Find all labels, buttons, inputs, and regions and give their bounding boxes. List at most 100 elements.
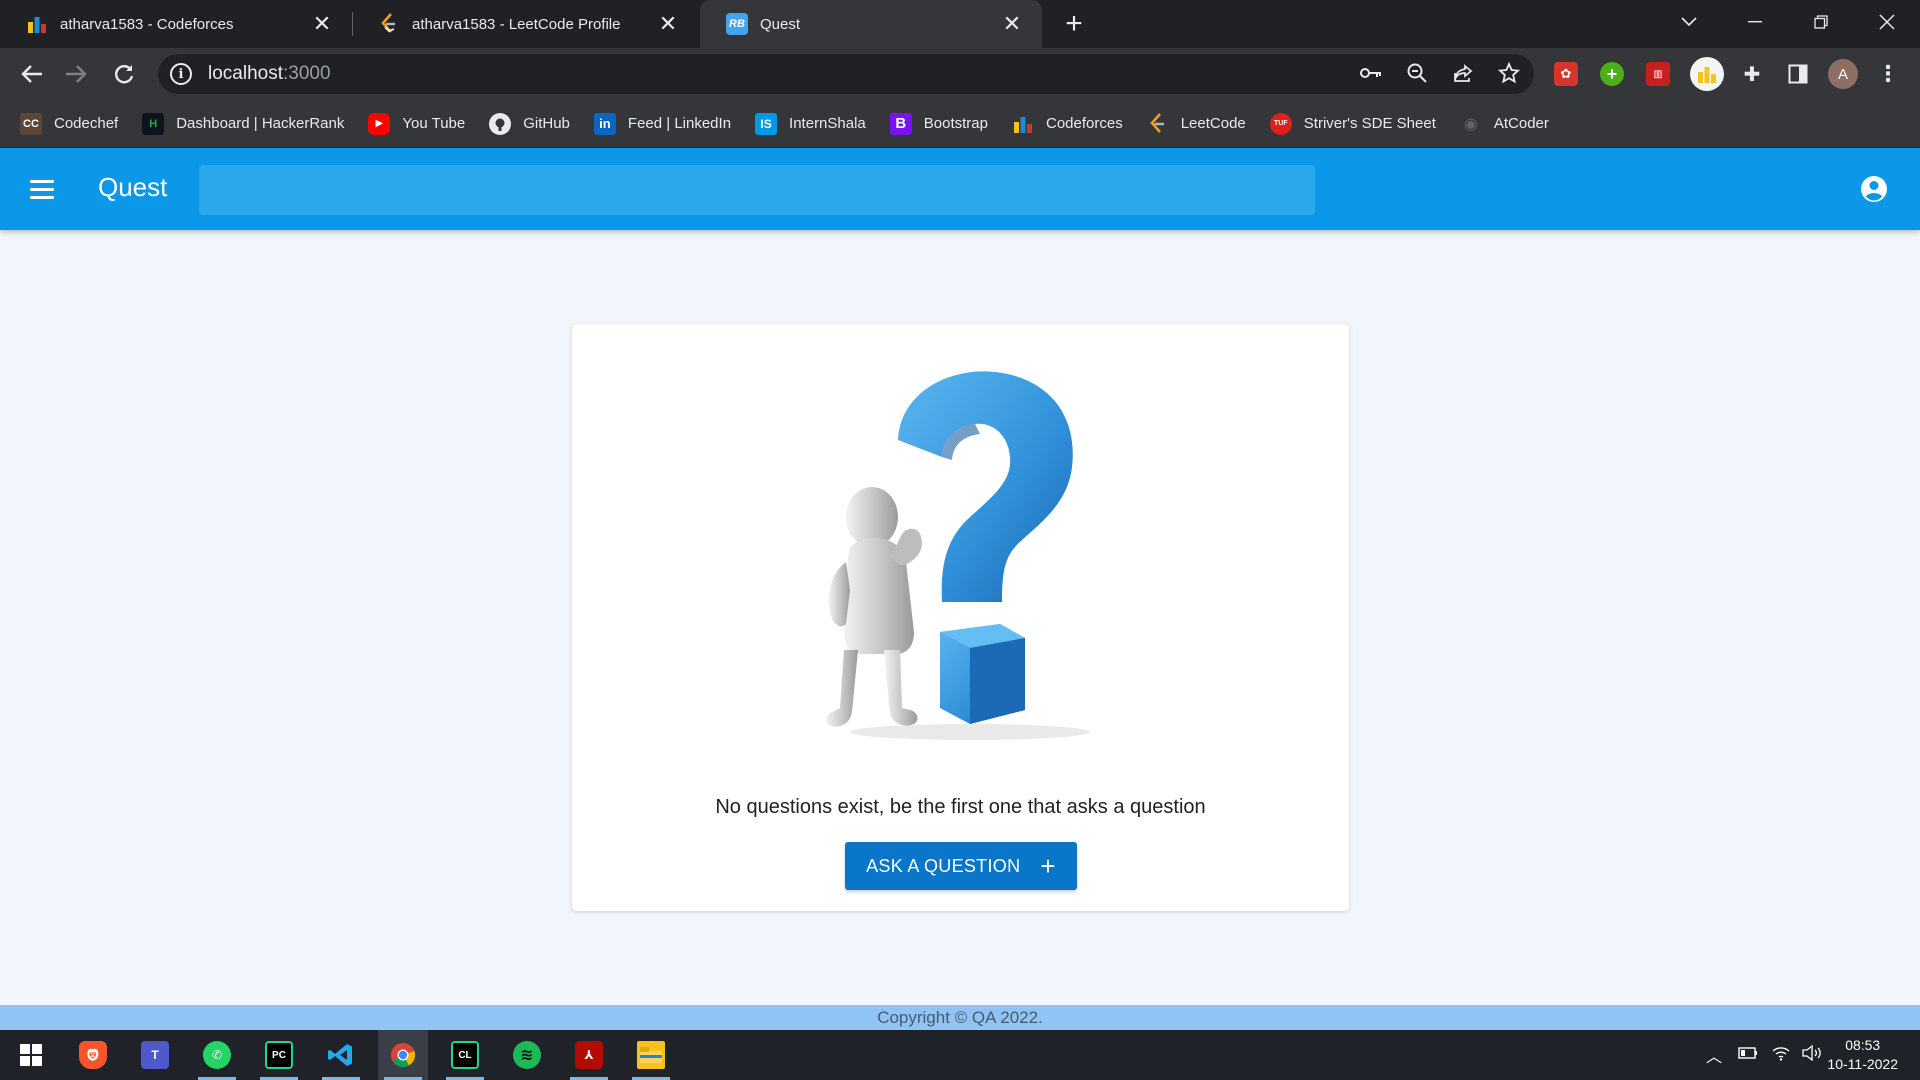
teams-icon[interactable]: T [130,1030,180,1080]
tuf-icon: TUF [1269,112,1292,135]
share-icon[interactable] [1446,56,1480,90]
bootstrap-icon: B [889,112,912,135]
extensions-puzzle-icon[interactable]: ✚ [1740,62,1764,86]
bookmark-internshala[interactable]: IS InternShala [755,112,866,135]
battery-icon[interactable] [1738,1046,1758,1064]
file-explorer-icon[interactable] [626,1030,676,1080]
bookmark-label: Codeforces [1046,115,1123,132]
close-tab-icon[interactable]: ✕ [656,12,680,36]
browser-tab-strip: atharva1583 - Codeforces ✕ atharva1583 -… [0,0,1920,48]
bookmarks-bar: CC Codechef H Dashboard | HackerRank ▶ You … [0,100,1920,148]
clion-icon[interactable]: CL [440,1030,490,1080]
close-tab-icon[interactable]: ✕ [310,12,334,36]
url-port: :3000 [283,63,331,84]
extension-green-plus-icon[interactable]: + [1600,62,1624,86]
address-bar[interactable]: i localhost:3000 [158,54,1534,94]
bookmark-github[interactable]: GitHub [489,112,570,135]
bookmark-label: Feed | LinkedIn [627,115,732,132]
extension-codeforces-icon[interactable] [1690,57,1724,91]
whatsapp-icon[interactable]: ✆ [192,1030,242,1080]
reload-icon [115,65,134,84]
back-arrow-icon [21,65,42,83]
bookmark-bootstrap[interactable]: B Bootstrap [889,112,988,135]
clock-date: 10-11-2022 [1827,1056,1898,1072]
leetcode-icon [1147,112,1169,135]
minimize-icon [1748,21,1762,23]
ask-question-label: ASK A QUESTION [866,855,1021,876]
hamburger-menu-icon[interactable] [30,175,58,203]
internshala-icon: IS [755,112,778,135]
bookmark-youtube[interactable]: ▶ You Tube [368,112,465,135]
side-panel-icon[interactable] [1786,62,1810,86]
tab-leetcode[interactable]: atharva1583 - LeetCode Profile ✕ [352,0,698,48]
bookmark-linkedin[interactable]: in Feed | LinkedIn [593,112,732,135]
system-tray: ︿ [1706,1030,1822,1080]
app-brand[interactable]: Quest [98,172,167,203]
bookmark-label: Striver's SDE Sheet [1303,115,1436,132]
bookmark-codeforces[interactable]: Codeforces [1012,113,1123,135]
bookmark-strivers-sde-sheet[interactable]: TUF Striver's SDE Sheet [1269,112,1436,135]
extension-pdf-icon[interactable]: ▥ [1646,62,1670,86]
clock-time: 08:53 [1845,1037,1881,1053]
taskbar-clock[interactable]: 08:53 10-11-2022 [1827,1036,1898,1074]
bookmark-star-icon[interactable] [1492,56,1526,90]
close-window-button[interactable] [1856,0,1918,44]
tab-title: Quest [760,15,801,33]
question-mark-person-illustration [826,371,1090,740]
footer: Copyright © QA 2022. [0,1005,1920,1030]
youtube-icon: ▶ [368,112,391,135]
empty-state-message: No questions exist, be the first one tha… [715,796,1206,818]
show-hidden-icons-icon[interactable]: ︿ [1706,1043,1722,1067]
codeforces-icon [26,13,48,35]
ask-question-button[interactable]: ASK A QUESTION + [845,842,1077,890]
tab-codeforces[interactable]: atharva1583 - Codeforces ✕ [0,0,352,48]
reload-button[interactable] [106,56,142,92]
bookmark-label: LeetCode [1180,115,1246,132]
spotify-icon[interactable]: ≋ [502,1030,552,1080]
chrome-icon[interactable] [378,1030,428,1080]
windows-start-icon[interactable] [6,1030,56,1080]
close-icon [1879,14,1895,30]
zoom-out-icon[interactable] [1400,56,1434,90]
tab-title: atharva1583 - Codeforces [60,15,234,33]
site-info-icon[interactable]: i [170,63,192,85]
windows-taskbar: 🦁︎ T ✆ PC CL ≋ ⅄ ︿ 08:53 10-11-2022 [0,1030,1920,1080]
empty-state-card: No questions exist, be the first one tha… [572,324,1349,911]
acrobat-icon[interactable]: ⅄ [564,1030,614,1080]
github-icon [489,112,512,135]
bookmark-label: Codechef [54,115,119,132]
tab-title: atharva1583 - LeetCode Profile [412,15,621,33]
close-tab-icon[interactable]: ✕ [1000,12,1024,36]
bookmark-leetcode[interactable]: LeetCode [1147,112,1246,135]
pycharm-icon[interactable]: PC [254,1030,304,1080]
tab-quest[interactable]: RB Quest ✕ [700,0,1042,48]
thinking-figure [826,487,922,727]
volume-icon[interactable] [1802,1044,1822,1066]
more-menu-icon[interactable]: ⋮ [1876,61,1900,86]
account-circle-icon[interactable] [1860,175,1888,203]
minimize-button[interactable] [1724,0,1786,44]
search-input[interactable] [199,165,1315,215]
react-bootstrap-icon: RB [726,13,748,35]
extension-red-icon[interactable]: ✿ [1554,62,1578,86]
bookmark-hackerrank[interactable]: H Dashboard | HackerRank [142,112,344,135]
password-key-icon[interactable] [1354,56,1388,90]
bookmark-label: AtCoder [1493,115,1549,132]
url-host: localhost [208,63,283,84]
plus-icon: + [1040,851,1056,881]
forward-arrow-icon [66,65,87,83]
new-tab-button[interactable]: + [1056,6,1092,42]
back-button[interactable] [14,56,50,92]
leetcode-icon [378,13,400,35]
vscode-icon[interactable] [316,1030,366,1080]
forward-button[interactable] [58,56,94,92]
bookmark-atcoder[interactable]: ◉ AtCoder [1460,113,1549,135]
bookmark-label: Bootstrap [923,115,988,132]
bookmark-codechef[interactable]: CC Codechef [20,112,119,135]
wifi-icon[interactable] [1772,1045,1790,1066]
app-bar: Quest [0,148,1920,230]
tab-search-button[interactable] [1658,0,1720,44]
restore-button[interactable] [1790,0,1852,44]
profile-avatar[interactable]: A [1828,59,1858,89]
brave-icon[interactable]: 🦁︎ [68,1030,118,1080]
